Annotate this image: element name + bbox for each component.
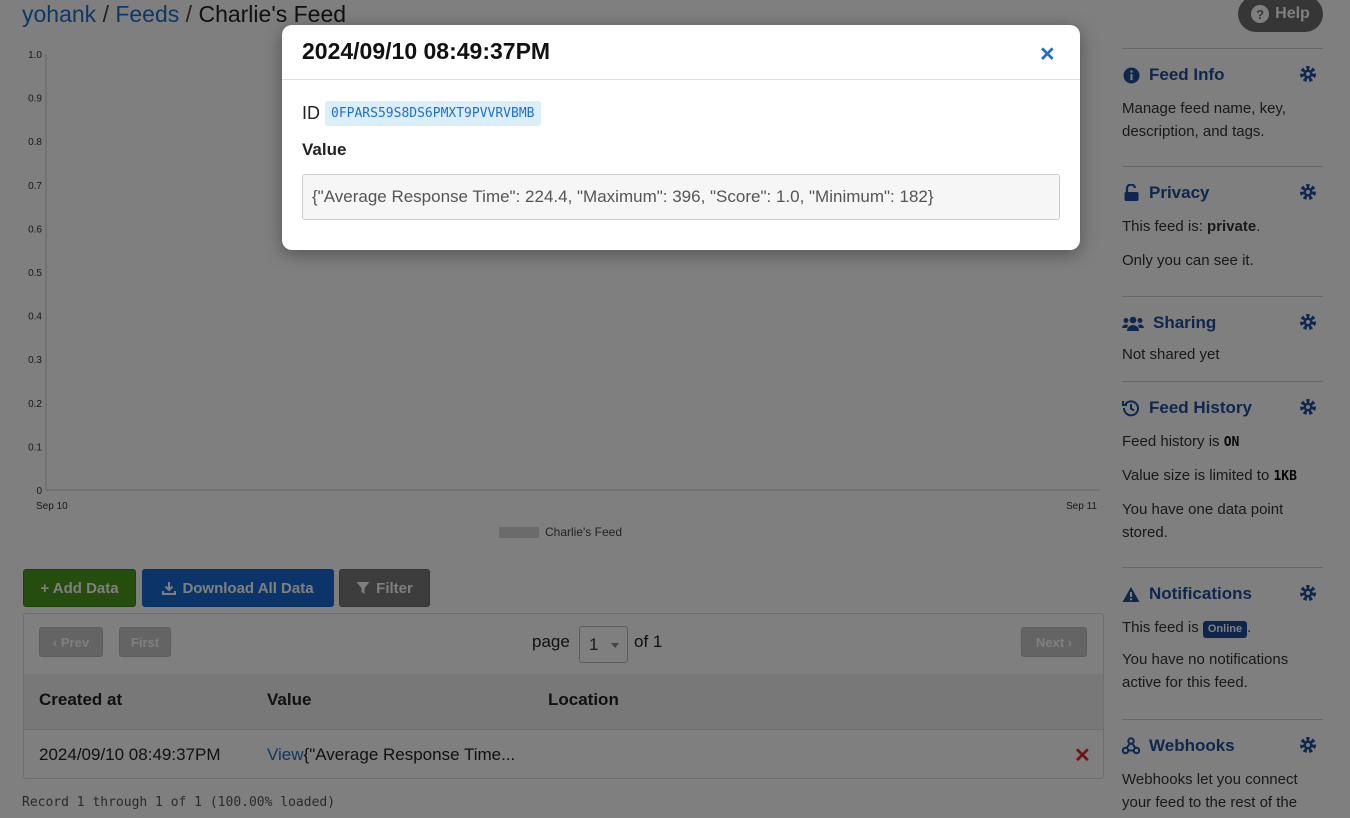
data-point-modal: 2024/09/10 08:49:37PM × ID 0FPARS59S8DS6… — [282, 25, 1080, 250]
modal-id-label: ID — [302, 103, 320, 123]
modal-title: 2024/09/10 08:49:37PM — [302, 38, 551, 64]
modal-id-value: 0FPARS59S8DS6PMXT9PVVRVBMB — [325, 101, 541, 126]
modal-value-field[interactable]: {"Average Response Time": 224.4, "Maximu… — [302, 174, 1060, 220]
modal-value-label: Value — [302, 140, 347, 159]
close-icon[interactable]: × — [1040, 40, 1055, 69]
feed-page: yohank / Feeds / Charlie's Feed ? Help 1… — [0, 0, 1350, 818]
modal-divider — [282, 79, 1080, 80]
